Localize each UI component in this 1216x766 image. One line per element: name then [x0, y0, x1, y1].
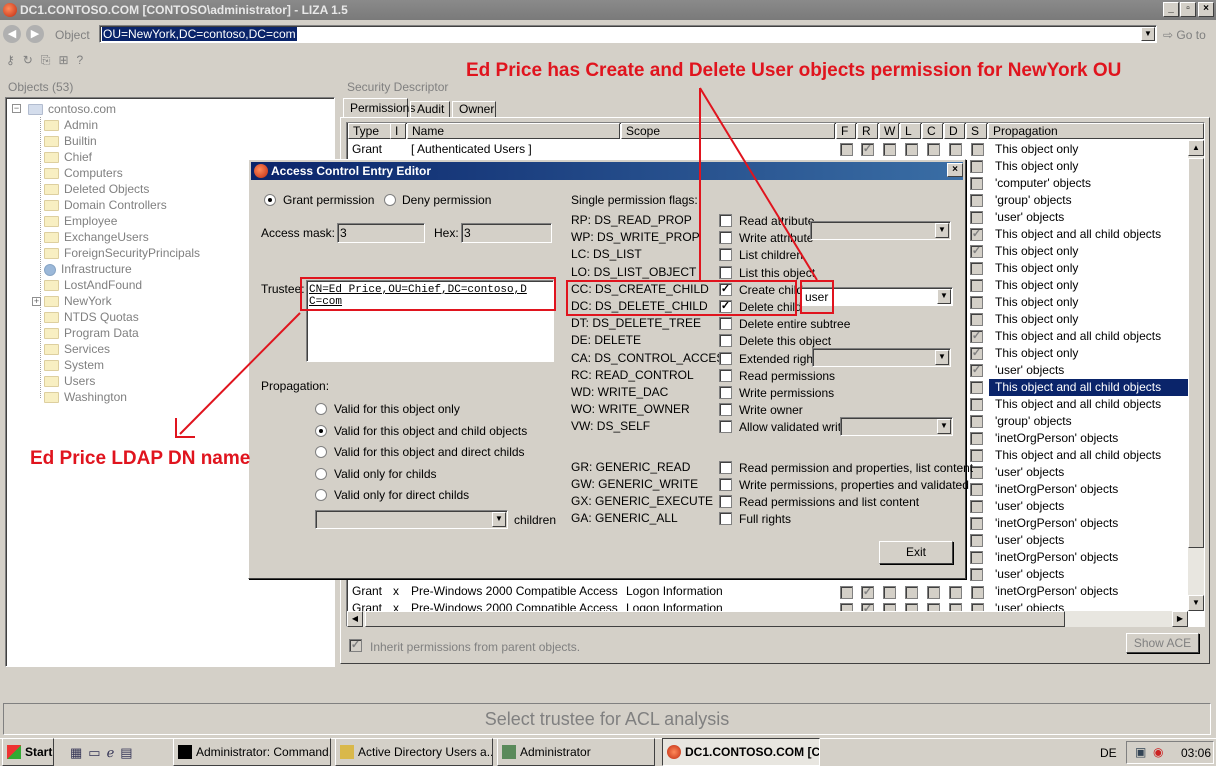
- annotation-arrows: [175, 87, 818, 438]
- task-admin[interactable]: Administrator: [497, 738, 655, 766]
- servermanager-icon[interactable]: ▤: [120, 745, 138, 760]
- task-liza-label: DC1.CONTOSO.COM [C...: [685, 745, 820, 759]
- start-button[interactable]: Start: [2, 738, 54, 766]
- explorer-icon[interactable]: ▦: [70, 745, 88, 760]
- task-cmd[interactable]: Administrator: Command...: [173, 738, 331, 766]
- language-indicator[interactable]: DE: [1100, 746, 1117, 760]
- quick-launch: ▦▭ℯ▤: [70, 745, 139, 761]
- task-admin-label: Administrator: [520, 745, 591, 759]
- task-aduc[interactable]: Active Directory Users a...: [335, 738, 493, 766]
- task-liza[interactable]: DC1.CONTOSO.COM [C...: [662, 738, 820, 766]
- volume-icon[interactable]: ◉: [1153, 745, 1163, 759]
- network-icon[interactable]: ▣: [1135, 745, 1146, 759]
- windows-icon: [7, 745, 21, 759]
- arrow-line-3: [179, 312, 301, 435]
- propagation-text: This object only: [995, 142, 1079, 156]
- ie-icon[interactable]: ℯ: [107, 745, 121, 760]
- desktop-icon[interactable]: ▭: [88, 745, 106, 760]
- admin-icon: [502, 745, 516, 759]
- system-tray: ▣ ◉ 03:06: [1126, 741, 1214, 764]
- start-label: Start: [25, 745, 53, 759]
- liza-icon: [667, 745, 681, 759]
- task-cmd-label: Administrator: Command...: [196, 745, 331, 759]
- aduc-icon: [340, 745, 354, 759]
- propagation-row[interactable]: This object only: [970, 141, 1188, 158]
- task-aduc-label: Active Directory Users a...: [358, 745, 493, 759]
- cmd-icon: [178, 745, 192, 759]
- arrow-line-2: [699, 87, 818, 281]
- clock: 03:06: [1181, 746, 1212, 760]
